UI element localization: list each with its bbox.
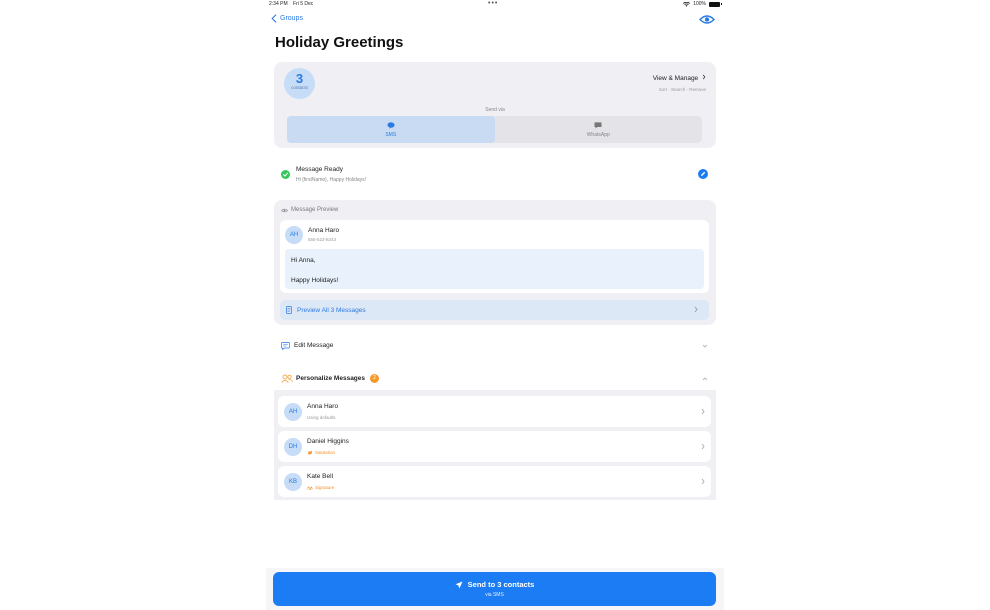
view-manage-button[interactable]: View & Manage Sort · Search · Remove (653, 74, 706, 92)
preview-message-bubble: Hi Anna, Happy Holidays! (285, 249, 704, 289)
page-title: Holiday Greetings (275, 34, 404, 51)
contact-personalization-status: Salutation (307, 450, 335, 455)
chevron-up-icon (702, 377, 708, 381)
wifi-icon (683, 1, 691, 7)
status-time-date: 2:34 PM Fri 5 Dec (269, 1, 317, 7)
battery-icon (709, 1, 722, 7)
edit-message-row[interactable]: Edit Message (274, 336, 716, 356)
preview-line: Hi Anna, (291, 257, 316, 264)
status-right: 100% (683, 1, 722, 7)
preview-message-box: AH Anna Haro 555-522-8243 Hi Anna, Happy… (280, 220, 709, 293)
list-item[interactable]: KB Kate Bell Signature (278, 466, 711, 497)
contact-count-badge: 3 contacts (284, 68, 315, 99)
personalize-list: AH Anna Haro Using defaults DH Daniel Hi… (274, 390, 716, 500)
back-button[interactable]: Groups (271, 14, 303, 23)
edit-message-icon (281, 342, 290, 350)
contact-personalization-label: Salutation (315, 450, 336, 455)
contact-count-label: contacts (291, 85, 308, 90)
status-bar: 2:34 PM Fri 5 Dec ••• 100% (266, 0, 724, 9)
people-icon (281, 374, 293, 383)
preview-line: Happy Holidays! (291, 277, 339, 284)
avatar: AH (284, 403, 302, 421)
back-label: Groups (280, 15, 303, 22)
avatar: KB (284, 473, 302, 491)
eye-icon[interactable] (699, 14, 715, 25)
contact-name: Daniel Higgins (307, 438, 349, 445)
paper-plane-icon (455, 581, 463, 588)
chevron-right-icon (694, 306, 698, 313)
channel-whatsapp[interactable]: WhatsApp (495, 116, 703, 143)
channel-whatsapp-label: WhatsApp (586, 131, 610, 138)
message-preview-card: Message Preview AH Anna Haro 555-522-824… (274, 200, 716, 325)
hand-wave-icon (308, 450, 312, 455)
multitasking-dots[interactable]: ••• (488, 0, 498, 7)
contact-personalization-label: Signature (315, 485, 335, 490)
document-icon (286, 306, 292, 314)
contact-name: Kate Bell (307, 473, 334, 480)
channel-sms-label: SMS (385, 131, 397, 138)
message-ready-row: Message Ready Hi {firstName}, Happy Holi… (274, 160, 716, 190)
chevron-right-icon (701, 478, 705, 485)
chevron-right-icon (702, 74, 706, 80)
eye-icon (281, 208, 288, 212)
message-ready-title: Message Ready (296, 166, 343, 173)
contact-personalization-status: Using defaults (307, 415, 336, 420)
list-item[interactable]: AH Anna Haro Using defaults (278, 396, 711, 427)
chevron-down-icon (702, 344, 708, 348)
contacts-card: 3 contacts View & Manage Sort · Search ·… (274, 62, 716, 148)
preview-contact-name: Anna Haro (308, 227, 340, 234)
channel-sms[interactable]: SMS (287, 116, 495, 143)
send-subtitle: via SMS (485, 592, 504, 598)
contact-name: Anna Haro (307, 403, 339, 410)
view-manage-label: View & Manage (652, 75, 699, 82)
channel-segmented-control: SMS WhatsApp (287, 116, 702, 143)
contact-count: 3 (295, 71, 304, 86)
message-preview-title: Message Preview (291, 207, 339, 213)
list-item[interactable]: DH Daniel Higgins Salutation (278, 431, 711, 462)
personalize-count-badge: 2 (370, 374, 379, 383)
checkmark-circle-icon (281, 170, 290, 179)
preview-contact-phone: 555-522-8243 (308, 237, 337, 242)
battery-percent: 100% (693, 1, 706, 7)
status-time: 2:34 PM (269, 1, 288, 7)
chevron-right-icon (701, 443, 705, 450)
personalize-messages-label: Personalize Messages (296, 375, 366, 382)
send-via-label: Send via (485, 107, 505, 113)
avatar: AH (285, 226, 303, 244)
pencil-circle-icon[interactable] (698, 169, 708, 179)
status-date: Fri 5 Dec (293, 1, 314, 7)
message-preview-header: Message Preview (281, 207, 338, 213)
personalize-messages-row[interactable]: Personalize Messages 2 (274, 369, 716, 389)
view-manage-subtitle: Sort · Search · Remove (658, 87, 706, 92)
contact-personalization-label: Using defaults (307, 415, 336, 420)
signature-icon (307, 486, 313, 490)
chevron-right-icon (701, 408, 705, 415)
avatar: DH (284, 438, 302, 456)
chevron-left-icon (271, 14, 277, 23)
preview-line (291, 266, 698, 276)
contact-personalization-status: Signature (307, 485, 334, 490)
edit-message-label: Edit Message (294, 342, 334, 349)
chat-bubble-icon (594, 121, 602, 129)
message-bubble-icon (387, 121, 395, 129)
message-ready-subtitle: Hi {firstName}, Happy Holidays! (296, 177, 367, 183)
send-label: Send to 3 contacts (467, 580, 535, 589)
preview-all-button[interactable]: Preview All 3 Messages (280, 300, 709, 320)
send-button[interactable]: Send to 3 contacts via SMS (273, 572, 716, 606)
preview-all-label: Preview All 3 Messages (297, 306, 366, 314)
